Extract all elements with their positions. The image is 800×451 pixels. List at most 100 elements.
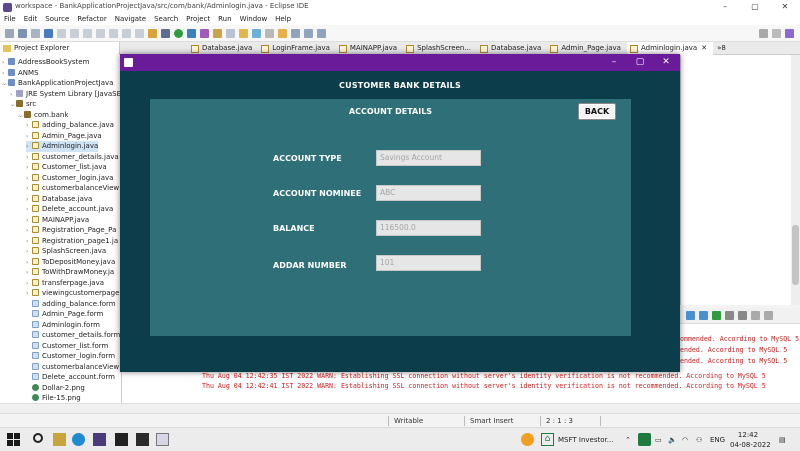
battery-icon[interactable]: ▭ bbox=[655, 428, 662, 451]
menu-run[interactable]: Run bbox=[218, 13, 231, 25]
save-icon[interactable] bbox=[18, 28, 27, 38]
open-type-icon[interactable] bbox=[239, 28, 248, 38]
step-into-icon[interactable] bbox=[109, 28, 118, 38]
run-icon[interactable] bbox=[174, 28, 183, 38]
menu-help[interactable]: Help bbox=[275, 13, 291, 25]
swing-minimize-button[interactable]: – bbox=[602, 54, 626, 71]
tree-item[interactable]: › Database.java bbox=[26, 194, 92, 205]
java-app-taskbar-icon[interactable] bbox=[156, 433, 169, 446]
network-icon[interactable]: ⚇ bbox=[696, 428, 702, 451]
pin-editor-icon[interactable] bbox=[317, 28, 326, 38]
tree-item[interactable]: › Delete_account.java bbox=[26, 204, 113, 215]
stock-ticker[interactable]: MSFT Investor... bbox=[558, 428, 613, 451]
weather-icon[interactable] bbox=[521, 433, 534, 446]
volume-icon[interactable]: 🔈 bbox=[668, 428, 677, 451]
tree-item[interactable]: › JRE System Library [JavaSE- bbox=[10, 89, 121, 100]
wifi-icon[interactable]: ◠ bbox=[682, 428, 688, 451]
close-tab-icon[interactable]: ✕ bbox=[701, 44, 707, 52]
horizontal-scrollbar[interactable] bbox=[0, 403, 800, 413]
step-over-icon[interactable] bbox=[122, 28, 131, 38]
view-menu-icon[interactable] bbox=[738, 311, 747, 320]
external-tools-icon[interactable] bbox=[200, 28, 209, 38]
open-console-icon[interactable] bbox=[725, 311, 734, 320]
vertical-scrollbar[interactable] bbox=[791, 55, 800, 305]
start-icon[interactable] bbox=[7, 433, 20, 446]
tab-project-explorer[interactable]: Project Explorer bbox=[0, 42, 120, 55]
tree-item[interactable]: ⌄ com.bank bbox=[18, 110, 68, 121]
search-icon[interactable] bbox=[759, 28, 768, 38]
menu-window[interactable]: Window bbox=[240, 13, 268, 25]
tree-item[interactable]: › Admin_Page.java bbox=[26, 131, 102, 142]
menu-source[interactable]: Source bbox=[45, 13, 69, 25]
clock[interactable]: 12:42 04-08-2022 bbox=[730, 430, 771, 451]
perspective-icon[interactable] bbox=[772, 28, 781, 38]
cmd-taskbar-icon[interactable] bbox=[136, 433, 149, 446]
minimize-view-icon[interactable] bbox=[751, 311, 760, 320]
tree-item[interactable]: › AddressBookSystem bbox=[2, 57, 89, 68]
maximize-button[interactable]: ▢ bbox=[740, 0, 770, 13]
tree-item[interactable]: › customerbalanceView bbox=[26, 183, 119, 194]
tree-item[interactable]: ⌄ src bbox=[10, 99, 36, 110]
step-return-icon[interactable] bbox=[135, 28, 144, 38]
tree-item[interactable]: › Registration_Page_Pa bbox=[26, 225, 116, 236]
status-insert-mode[interactable]: Smart Insert bbox=[470, 414, 513, 428]
account-type-field[interactable]: Savings Account bbox=[376, 150, 481, 166]
tree-item[interactable]: › transferpage.java bbox=[26, 278, 104, 289]
taskbar-search-icon[interactable] bbox=[33, 433, 43, 443]
tree-item[interactable]: › SplashScreen.java bbox=[26, 246, 106, 257]
language-indicator[interactable]: ENG bbox=[710, 428, 725, 451]
swing-maximize-button[interactable]: ▢ bbox=[628, 54, 652, 71]
tree-item[interactable]: customer_details.form bbox=[26, 330, 120, 341]
file-explorer-icon[interactable] bbox=[53, 433, 66, 446]
save-all-icon[interactable] bbox=[31, 28, 40, 38]
annotation-icon[interactable] bbox=[278, 28, 287, 38]
display-console-icon[interactable] bbox=[712, 311, 721, 320]
tree-item[interactable]: › ToDepositMoney.java bbox=[26, 257, 115, 268]
tree-item[interactable]: › ToWithDrawMoney.ja bbox=[26, 267, 114, 278]
tree-item[interactable]: Adminlogin.form bbox=[26, 320, 100, 331]
notification-icon[interactable]: ▤ bbox=[779, 428, 786, 451]
coverage-icon[interactable] bbox=[187, 28, 196, 38]
tree-item[interactable]: Customer_list.form bbox=[26, 341, 108, 352]
edge-icon[interactable] bbox=[72, 433, 85, 446]
pin-console-icon[interactable] bbox=[699, 311, 708, 320]
tree-item[interactable]: ⌄ BankApplicationProjectJava bbox=[2, 78, 113, 89]
menu-file[interactable]: File bbox=[4, 13, 16, 25]
new-icon[interactable] bbox=[5, 28, 14, 38]
swing-close-button[interactable]: ✕ bbox=[654, 54, 678, 71]
tree-item[interactable]: Customer_login.form bbox=[26, 351, 115, 362]
tree-item[interactable]: › Registration_page1.ja bbox=[26, 236, 118, 247]
java-perspective-icon[interactable] bbox=[785, 28, 794, 38]
tray-app-icon[interactable] bbox=[638, 433, 651, 446]
account-nominee-field[interactable]: ABC bbox=[376, 185, 481, 201]
tools-icon[interactable] bbox=[148, 28, 157, 38]
tree-item[interactable]: › Adminlogin.java bbox=[26, 141, 99, 152]
tree-item[interactable]: Dollar-2.png bbox=[26, 383, 85, 394]
menu-refactor[interactable]: Refactor bbox=[77, 13, 106, 25]
tree-item[interactable]: Delete_account.form bbox=[26, 372, 115, 383]
new-java-project-icon[interactable] bbox=[213, 28, 222, 38]
terminal-taskbar-icon[interactable] bbox=[115, 433, 128, 446]
menu-edit[interactable]: Edit bbox=[24, 13, 38, 25]
chevron-up-icon[interactable]: ⌃ bbox=[625, 428, 631, 451]
new-package-icon[interactable] bbox=[226, 28, 235, 38]
tree-item[interactable]: Admin_Page.form bbox=[26, 309, 103, 320]
tree-item[interactable]: File-15.png bbox=[26, 393, 81, 403]
tree-item[interactable]: › MAINAPP.java bbox=[26, 215, 89, 226]
tree-item[interactable]: › ANMS bbox=[2, 68, 39, 79]
tree-item[interactable]: › Customer_login.java bbox=[26, 173, 113, 184]
menu-search[interactable]: Search bbox=[154, 13, 178, 25]
eclipse-taskbar-icon[interactable] bbox=[93, 433, 106, 446]
resume-icon[interactable] bbox=[70, 28, 79, 38]
maximize-view-icon[interactable] bbox=[764, 311, 773, 320]
back-button[interactable]: BACK bbox=[578, 103, 616, 120]
terminal-icon[interactable] bbox=[44, 28, 53, 38]
tree-item[interactable]: adding_balance.form bbox=[26, 299, 116, 310]
suspend-icon[interactable] bbox=[83, 28, 92, 38]
tree-item[interactable]: › viewingcustomerpage bbox=[26, 288, 119, 299]
back-nav-icon[interactable] bbox=[291, 28, 300, 38]
tab-overflow[interactable]: »8 bbox=[713, 42, 732, 55]
open-task-icon[interactable] bbox=[252, 28, 261, 38]
minimize-button[interactable]: – bbox=[710, 0, 740, 13]
console-view-icon[interactable] bbox=[686, 311, 695, 320]
